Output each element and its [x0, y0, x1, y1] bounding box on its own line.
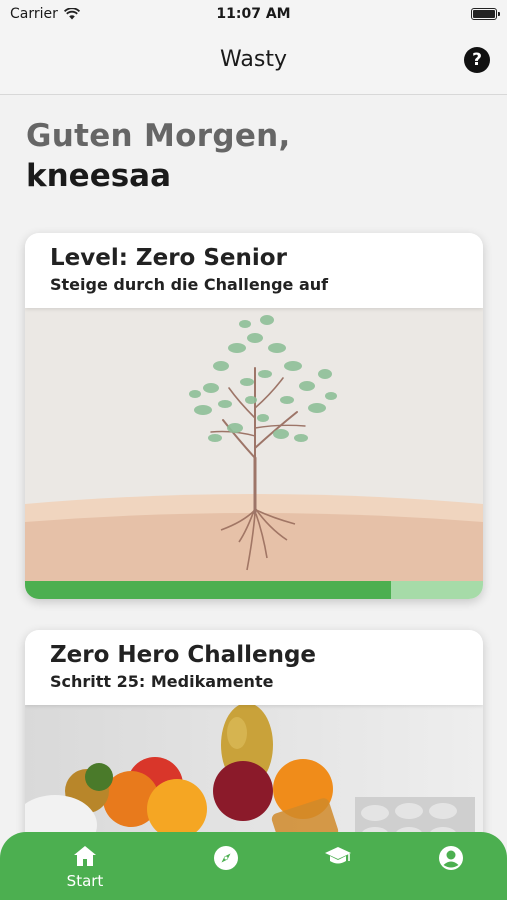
level-card-subtitle: Steige durch die Challenge auf	[50, 275, 329, 294]
tab-learn[interactable]	[308, 832, 368, 900]
tab-start-label: Start	[66, 872, 104, 890]
level-card-header: Level: Zero Senior Steige durch die Chal…	[25, 233, 483, 308]
tab-start[interactable]: Start	[55, 832, 115, 900]
greeting-text: Guten Morgen,	[26, 118, 291, 154]
challenge-card-header: Zero Hero Challenge Schritt 25: Medikame…	[25, 630, 483, 705]
help-icon[interactable]: ?	[464, 47, 490, 73]
level-card[interactable]: Level: Zero Senior Steige durch die Chal…	[25, 233, 483, 599]
level-card-title: Level: Zero Senior	[50, 245, 287, 271]
user-name: kneesaa	[26, 158, 172, 194]
status-time: 11:07 AM	[216, 6, 291, 22]
challenge-card-title: Zero Hero Challenge	[50, 642, 317, 668]
level-progress-fill	[25, 581, 392, 599]
tab-bar: Start	[0, 832, 507, 900]
tab-profile[interactable]	[421, 832, 481, 900]
home-icon	[74, 846, 96, 866]
battery-icon	[471, 8, 500, 20]
level-progress-bar	[25, 581, 483, 599]
account-icon	[439, 846, 463, 870]
navigation-bar: Wasty ?	[0, 30, 507, 95]
tab-explore[interactable]	[196, 832, 256, 900]
tree-illustration	[25, 308, 483, 581]
challenge-card-subtitle: Schritt 25: Medikamente	[50, 672, 274, 691]
app-title: Wasty	[220, 47, 287, 72]
status-bar: Carrier 11:07 AM	[0, 0, 507, 30]
compass-icon	[214, 846, 238, 870]
graduation-cap-icon	[325, 847, 351, 864]
